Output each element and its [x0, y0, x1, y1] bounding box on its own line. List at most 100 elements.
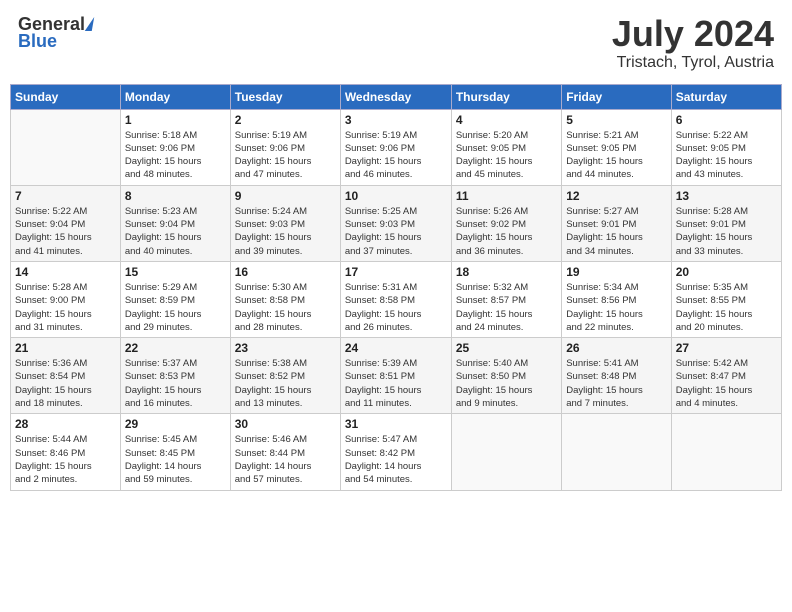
- calendar-cell: 24 Sunrise: 5:39 AMSunset: 8:51 PMDayligh…: [340, 338, 451, 414]
- calendar-cell: 22 Sunrise: 5:37 AMSunset: 8:53 PMDayligh…: [120, 338, 230, 414]
- day-number: 6: [676, 113, 777, 127]
- day-number: 1: [125, 113, 226, 127]
- calendar-cell: 4 Sunrise: 5:20 AMSunset: 9:05 PMDaylight…: [451, 109, 561, 185]
- calendar-table: SundayMondayTuesdayWednesdayThursdayFrid…: [10, 84, 782, 491]
- day-info: Sunrise: 5:31 AMSunset: 8:58 PMDaylight:…: [345, 281, 447, 334]
- calendar-cell: 17Sunrise: 5:31 AMSunset: 8:58 PMDayligh…: [340, 261, 451, 337]
- day-info: Sunrise: 5:28 AMSunset: 9:01 PMDaylight:…: [676, 205, 777, 258]
- day-number: 13: [676, 189, 777, 203]
- calendar-cell: 3Sunrise: 5:19 AMSunset: 9:06 PMDaylight…: [340, 109, 451, 185]
- calendar-cell: 13 Sunrise: 5:28 AMSunset: 9:01 PMDayligh…: [671, 185, 781, 261]
- day-number: 21: [15, 341, 116, 355]
- calendar-cell: 16Sunrise: 5:30 AMSunset: 8:58 PMDayligh…: [230, 261, 340, 337]
- day-info: Sunrise: 5:28 AMSunset: 9:00 PMDaylight:…: [15, 281, 116, 334]
- day-number: 12: [566, 189, 666, 203]
- day-number: 5: [566, 113, 666, 127]
- calendar-cell: 2 Sunrise: 5:19 AMSunset: 9:06 PMDaylight…: [230, 109, 340, 185]
- day-info: Sunrise: 5:32 AMSunset: 8:57 PMDaylight:…: [456, 281, 557, 334]
- day-info: Sunrise: 5:27 AMSunset: 9:01 PMDaylight:…: [566, 205, 666, 258]
- day-info: Sunrise: 5:34 AMSunset: 8:56 PMDaylight:…: [566, 281, 666, 334]
- column-header-tuesday: Tuesday: [230, 84, 340, 109]
- day-info: Sunrise: 5:35 AMSunset: 8:55 PMDaylight:…: [676, 281, 777, 334]
- day-number: 30: [235, 417, 336, 431]
- day-info: Sunrise: 5:26 AMSunset: 9:02 PMDaylight:…: [456, 205, 557, 258]
- calendar-cell: 30 Sunrise: 5:46 AMSunset: 8:44 PMDayligh…: [230, 414, 340, 490]
- day-number: 29: [125, 417, 226, 431]
- day-info: Sunrise: 5:18 AMSunset: 9:06 PMDaylight:…: [125, 129, 226, 182]
- title-area: July 2024 Tristach, Tyrol, Austria: [612, 14, 774, 72]
- calendar-cell: [451, 414, 561, 490]
- day-number: 15: [125, 265, 226, 279]
- day-number: 11: [456, 189, 557, 203]
- day-info: Sunrise: 5:36 AMSunset: 8:54 PMDaylight:…: [15, 357, 116, 410]
- day-info: Sunrise: 5:29 AMSunset: 8:59 PMDaylight:…: [125, 281, 226, 334]
- day-number: 31: [345, 417, 447, 431]
- page-header: General Blue July 2024 Tristach, Tyrol, …: [10, 10, 782, 76]
- day-info: Sunrise: 5:20 AMSunset: 9:05 PMDaylight:…: [456, 129, 557, 182]
- day-number: 8: [125, 189, 226, 203]
- day-number: 23: [235, 341, 336, 355]
- day-number: 22: [125, 341, 226, 355]
- calendar-cell: 18 Sunrise: 5:32 AMSunset: 8:57 PMDayligh…: [451, 261, 561, 337]
- day-info: Sunrise: 5:46 AMSunset: 8:44 PMDaylight:…: [235, 433, 336, 486]
- calendar-cell: 25 Sunrise: 5:40 AMSunset: 8:50 PMDayligh…: [451, 338, 561, 414]
- calendar-cell: 26 Sunrise: 5:41 AMSunset: 8:48 PMDayligh…: [562, 338, 671, 414]
- day-info: Sunrise: 5:37 AMSunset: 8:53 PMDaylight:…: [125, 357, 226, 410]
- calendar-cell: 20 Sunrise: 5:35 AMSunset: 8:55 PMDayligh…: [671, 261, 781, 337]
- day-number: 4: [456, 113, 557, 127]
- day-number: 26: [566, 341, 666, 355]
- calendar-cell: 19 Sunrise: 5:34 AMSunset: 8:56 PMDayligh…: [562, 261, 671, 337]
- calendar-cell: 28Sunrise: 5:44 AMSunset: 8:46 PMDayligh…: [11, 414, 121, 490]
- calendar-cell: 8 Sunrise: 5:23 AMSunset: 9:04 PMDaylight…: [120, 185, 230, 261]
- column-header-sunday: Sunday: [11, 84, 121, 109]
- logo: General Blue: [18, 14, 93, 52]
- day-number: 25: [456, 341, 557, 355]
- calendar-cell: 21 Sunrise: 5:36 AMSunset: 8:54 PMDayligh…: [11, 338, 121, 414]
- month-title: July 2024: [612, 14, 774, 54]
- day-info: Sunrise: 5:38 AMSunset: 8:52 PMDaylight:…: [235, 357, 336, 410]
- calendar-cell: 23 Sunrise: 5:38 AMSunset: 8:52 PMDayligh…: [230, 338, 340, 414]
- day-info: Sunrise: 5:23 AMSunset: 9:04 PMDaylight:…: [125, 205, 226, 258]
- calendar-body: 1 Sunrise: 5:18 AMSunset: 9:06 PMDaylight…: [11, 109, 782, 490]
- day-number: 18: [456, 265, 557, 279]
- calendar-cell: 15 Sunrise: 5:29 AMSunset: 8:59 PMDayligh…: [120, 261, 230, 337]
- day-info: Sunrise: 5:30 AMSunset: 8:58 PMDaylight:…: [235, 281, 336, 334]
- day-info: Sunrise: 5:40 AMSunset: 8:50 PMDaylight:…: [456, 357, 557, 410]
- day-number: 10: [345, 189, 447, 203]
- location-title: Tristach, Tyrol, Austria: [612, 54, 774, 72]
- day-number: 24: [345, 341, 447, 355]
- day-number: 14: [15, 265, 116, 279]
- calendar-cell: 9 Sunrise: 5:24 AMSunset: 9:03 PMDaylight…: [230, 185, 340, 261]
- calendar-cell: [671, 414, 781, 490]
- day-info: Sunrise: 5:21 AMSunset: 9:05 PMDaylight:…: [566, 129, 666, 182]
- column-header-wednesday: Wednesday: [340, 84, 451, 109]
- calendar-cell: 27Sunrise: 5:42 AMSunset: 8:47 PMDayligh…: [671, 338, 781, 414]
- day-number: 19: [566, 265, 666, 279]
- calendar-cell: [562, 414, 671, 490]
- day-info: Sunrise: 5:45 AMSunset: 8:45 PMDaylight:…: [125, 433, 226, 486]
- day-number: 20: [676, 265, 777, 279]
- day-info: Sunrise: 5:39 AMSunset: 8:51 PMDaylight:…: [345, 357, 447, 410]
- day-info: Sunrise: 5:22 AMSunset: 9:04 PMDaylight:…: [15, 205, 116, 258]
- calendar-cell: 29 Sunrise: 5:45 AMSunset: 8:45 PMDayligh…: [120, 414, 230, 490]
- day-info: Sunrise: 5:41 AMSunset: 8:48 PMDaylight:…: [566, 357, 666, 410]
- day-number: 2: [235, 113, 336, 127]
- day-info: Sunrise: 5:24 AMSunset: 9:03 PMDaylight:…: [235, 205, 336, 258]
- day-info: Sunrise: 5:22 AMSunset: 9:05 PMDaylight:…: [676, 129, 777, 182]
- column-header-friday: Friday: [562, 84, 671, 109]
- calendar-cell: [11, 109, 121, 185]
- day-info: Sunrise: 5:19 AMSunset: 9:06 PMDaylight:…: [235, 129, 336, 182]
- calendar-header: SundayMondayTuesdayWednesdayThursdayFrid…: [11, 84, 782, 109]
- column-header-monday: Monday: [120, 84, 230, 109]
- day-info: Sunrise: 5:44 AMSunset: 8:46 PMDaylight:…: [15, 433, 116, 486]
- day-info: Sunrise: 5:19 AMSunset: 9:06 PMDaylight:…: [345, 129, 447, 182]
- logo-blue-text: Blue: [18, 31, 57, 52]
- calendar-cell: 1 Sunrise: 5:18 AMSunset: 9:06 PMDaylight…: [120, 109, 230, 185]
- day-number: 9: [235, 189, 336, 203]
- calendar-cell: 6 Sunrise: 5:22 AMSunset: 9:05 PMDaylight…: [671, 109, 781, 185]
- day-info: Sunrise: 5:25 AMSunset: 9:03 PMDaylight:…: [345, 205, 447, 258]
- calendar-cell: 10 Sunrise: 5:25 AMSunset: 9:03 PMDayligh…: [340, 185, 451, 261]
- calendar-cell: 31Sunrise: 5:47 AMSunset: 8:42 PMDayligh…: [340, 414, 451, 490]
- column-header-thursday: Thursday: [451, 84, 561, 109]
- calendar-cell: 11 Sunrise: 5:26 AMSunset: 9:02 PMDayligh…: [451, 185, 561, 261]
